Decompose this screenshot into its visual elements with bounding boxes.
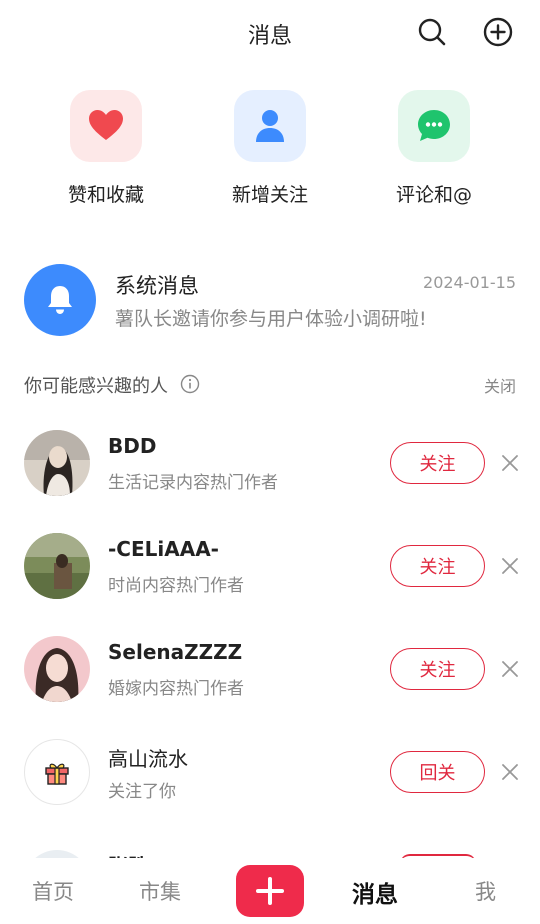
bell-icon	[48, 286, 72, 314]
page-title: 消息	[247, 24, 292, 49]
recommend-header: 你可能感兴趣的人 关闭	[0, 370, 540, 400]
system-message-item[interactable]: 系统消息 2024-01-15 薯队长邀请你参与用户体验小调研啦!	[0, 264, 540, 338]
user-description: 时尚内容热门作者	[108, 576, 244, 596]
user-name: BDD	[108, 434, 157, 458]
plus-circle-icon[interactable]	[482, 16, 514, 48]
top-bar: 消息	[0, 0, 540, 66]
avatar[interactable]	[24, 533, 90, 599]
quick-entries: 赞和收藏 新增关注 评论和@	[0, 90, 540, 220]
bottom-tab-bar: 首页 市集 消息 我	[0, 858, 540, 924]
follow-button[interactable]: 关注	[390, 545, 485, 587]
tab-home[interactable]: 首页	[32, 876, 74, 906]
follow-back-button[interactable]: 回关	[390, 751, 485, 793]
person-icon	[256, 110, 284, 142]
followers-label: 新增关注	[231, 184, 308, 206]
heart-icon	[89, 110, 123, 140]
gift-icon	[45, 763, 69, 785]
likes-box	[70, 90, 142, 162]
user-description: 关注了你	[108, 782, 176, 802]
user-name: SelenaZZZZ	[108, 640, 243, 664]
tab-messages[interactable]: 消息	[352, 875, 398, 909]
avatar[interactable]	[24, 739, 90, 805]
chat-bubble-icon	[418, 110, 450, 141]
plus-icon	[256, 877, 284, 905]
close-icon[interactable]	[500, 556, 520, 576]
recommend-close-button[interactable]: 关闭	[484, 373, 516, 397]
publish-button[interactable]	[236, 865, 304, 917]
close-icon[interactable]	[500, 659, 520, 679]
system-message-title: 系统消息	[115, 274, 199, 298]
follow-button[interactable]: 关注	[390, 442, 485, 484]
followers-box	[234, 90, 306, 162]
user-name: -CELiAAA-	[108, 537, 219, 561]
close-icon[interactable]	[500, 762, 520, 782]
info-icon[interactable]	[180, 374, 200, 394]
likes-label: 赞和收藏	[67, 184, 144, 206]
search-icon[interactable]	[416, 16, 448, 48]
new-followers-entry[interactable]: 新增关注	[205, 90, 335, 207]
list-item[interactable]: SelenaZZZZ 婚嫁内容热门作者 关注	[0, 620, 540, 720]
user-name: 高山流水	[108, 747, 188, 771]
system-message-date: 2024-01-15	[423, 273, 516, 292]
tab-market[interactable]: 市集	[139, 876, 181, 906]
list-item[interactable]: 高山流水 关注了你 回关	[0, 723, 540, 823]
tab-me[interactable]: 我	[475, 876, 496, 906]
list-item[interactable]: BDD 生活记录内容热门作者 关注	[0, 414, 540, 514]
comments-and-mentions-entry[interactable]: 评论和@	[369, 90, 499, 207]
likes-and-favorites-entry[interactable]: 赞和收藏	[41, 90, 171, 207]
user-description: 生活记录内容热门作者	[108, 473, 278, 493]
comments-box	[398, 90, 470, 162]
avatar[interactable]	[24, 636, 90, 702]
follow-button[interactable]: 关注	[390, 648, 485, 690]
close-icon[interactable]	[500, 453, 520, 473]
list-item[interactable]: -CELiAAA- 时尚内容热门作者 关注	[0, 517, 540, 617]
system-avatar	[24, 264, 96, 336]
recommend-title: 你可能感兴趣的人	[24, 376, 168, 397]
comments-label: 评论和@	[395, 184, 472, 206]
system-message-text: 薯队长邀请你参与用户体验小调研啦!	[115, 308, 427, 330]
avatar[interactable]	[24, 430, 90, 496]
user-description: 婚嫁内容热门作者	[108, 679, 244, 699]
